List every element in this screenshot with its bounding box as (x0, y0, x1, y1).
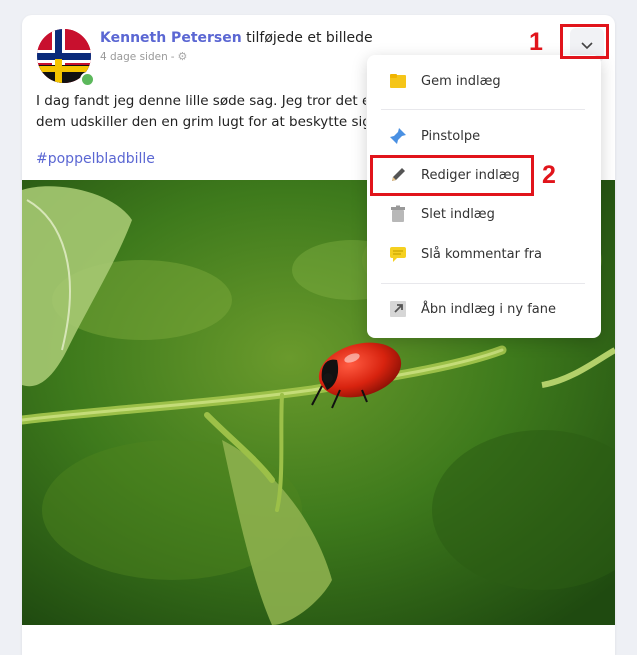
menu-item-save-post[interactable]: Gem indlæg (367, 62, 601, 100)
post-text-line: I dag fandt jeg denne lille søde sag. Je… (36, 93, 366, 109)
post-meta: 4 dage siden - ⚙ (100, 50, 187, 63)
menu-item-label: Pinstolpe (421, 128, 481, 144)
post-text-line: dem udskiller den en grim lugt for at be… (36, 114, 366, 130)
meta-separator: - (170, 50, 175, 63)
menu-divider (381, 283, 585, 284)
comment-icon (389, 245, 407, 263)
folder-icon (389, 72, 407, 90)
menu-item-delete-post[interactable]: Slet indlæg (367, 195, 601, 233)
trash-icon (389, 205, 407, 223)
annotation-step-2: 2 (542, 161, 556, 189)
annotation-step-1: 1 (529, 28, 543, 56)
post-action-text: tilføjede et billede (241, 30, 373, 46)
menu-item-label: Slet indlæg (421, 206, 495, 222)
annotation-box-options-button (560, 24, 609, 59)
annotation-box-edit-post (370, 155, 534, 196)
hashtag-link[interactable]: #poppelbladbille (36, 151, 155, 167)
pin-icon (389, 127, 407, 145)
post-header: Kenneth Petersen tilføjede et billede (100, 30, 373, 46)
post-timestamp[interactable]: 4 dage siden (100, 51, 168, 63)
menu-item-pin-post[interactable]: Pinstolpe (367, 117, 601, 155)
external-link-icon (389, 300, 407, 318)
author-name[interactable]: Kenneth Petersen (100, 30, 242, 46)
privacy-gear-icon: ⚙ (177, 50, 188, 63)
menu-item-open-new-tab[interactable]: Åbn indlæg i ny fane (367, 290, 601, 328)
menu-item-disable-comments[interactable]: Slå kommentar fra (367, 235, 601, 273)
menu-item-label: Åbn indlæg i ny fane (421, 301, 556, 317)
menu-divider (381, 109, 585, 110)
online-status-dot (80, 72, 95, 87)
menu-item-label: Gem indlæg (421, 73, 501, 89)
menu-item-label: Slå kommentar fra (421, 246, 542, 262)
post-options-menu: Gem indlæg Pinstolpe Rediger indlæg Slet… (367, 55, 601, 338)
